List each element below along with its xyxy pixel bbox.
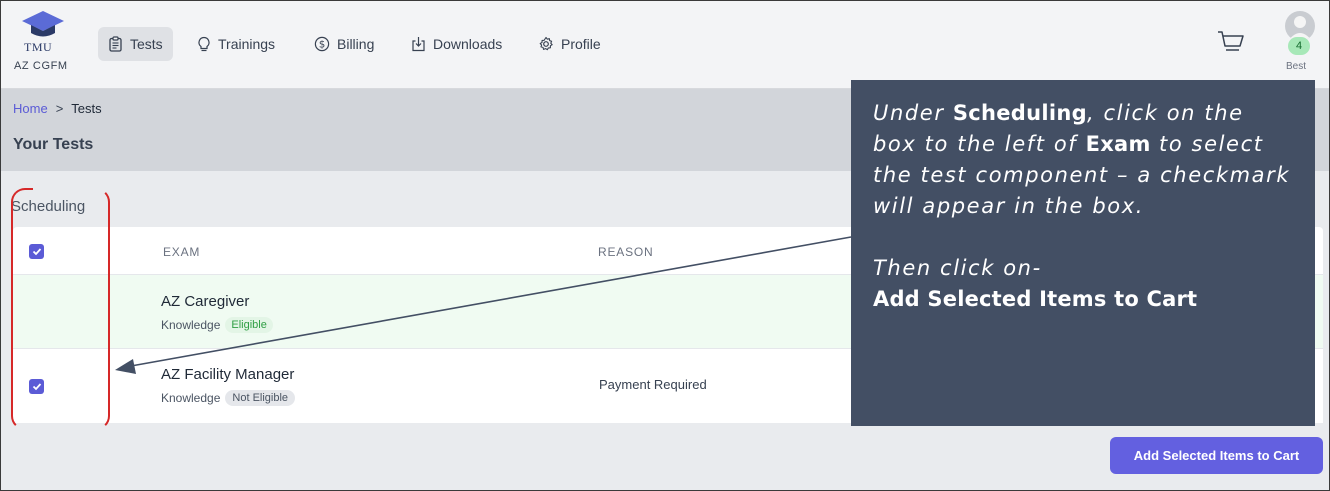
nav-downloads[interactable]: Downloads xyxy=(401,27,512,61)
nav-trainings-label: Trainings xyxy=(218,36,276,52)
callout-step-2: Then click on- xyxy=(873,256,1042,280)
callout-step-1: Under Scheduling, click on the box to th… xyxy=(873,101,1291,218)
column-header-reason: REASON xyxy=(598,245,654,259)
nav-profile-label: Profile xyxy=(561,36,601,52)
instruction-callout: Under Scheduling, click on the box to th… xyxy=(851,80,1315,426)
lightbulb-icon xyxy=(198,36,210,51)
cart-count-badge: 4 xyxy=(1288,37,1310,55)
status-badge: Not Eligible xyxy=(225,390,296,406)
page-title: Your Tests xyxy=(13,136,94,153)
download-icon xyxy=(412,37,425,52)
nav-downloads-label: Downloads xyxy=(433,36,503,52)
exam-meta: Knowledge Not Eligible xyxy=(161,390,296,406)
app-window: TMU AZ CGFM Tests Trainings $ Billing Do… xyxy=(0,0,1330,491)
breadcrumb-current: Tests xyxy=(71,101,102,116)
logo-text: TMU xyxy=(24,40,53,54)
top-navigation: TMU AZ CGFM Tests Trainings $ Billing Do… xyxy=(1,1,1329,89)
callout-button-reference: Add Selected Items to Cart xyxy=(873,287,1198,311)
nav-tests[interactable]: Tests xyxy=(98,27,173,61)
nav-tests-label: Tests xyxy=(130,36,163,52)
logo[interactable]: TMU AZ CGFM xyxy=(14,9,75,79)
user-name: Best xyxy=(1286,61,1307,72)
svg-text:$: $ xyxy=(319,40,325,51)
nav-billing-label: Billing xyxy=(337,36,375,52)
reason-text: Payment Required xyxy=(599,377,707,392)
dollar-icon: $ xyxy=(314,36,330,52)
cart-button[interactable] xyxy=(1216,29,1246,60)
exam-type: Knowledge xyxy=(161,318,221,332)
clipboard-icon xyxy=(109,36,122,52)
column-header-exam: EXAM xyxy=(163,245,201,259)
exam-meta: Knowledge Eligible xyxy=(161,317,273,333)
breadcrumb-home-link[interactable]: Home xyxy=(13,101,48,116)
nav-billing[interactable]: $ Billing xyxy=(304,27,384,61)
exam-name: AZ Caregiver xyxy=(161,293,250,310)
organization-name: AZ CGFM xyxy=(14,60,68,72)
graduation-cap-icon xyxy=(22,11,64,37)
breadcrumb: Home > Tests xyxy=(13,101,102,116)
status-badge: Eligible xyxy=(225,317,273,333)
exam-name: AZ Facility Manager xyxy=(161,366,295,383)
breadcrumb-separator: > xyxy=(55,101,64,116)
shopping-cart-icon xyxy=(1218,31,1244,51)
gear-icon xyxy=(539,36,553,51)
exam-type: Knowledge xyxy=(161,391,221,405)
highlight-bracket xyxy=(11,188,110,430)
nav-trainings[interactable]: Trainings xyxy=(187,27,285,61)
nav-profile[interactable]: Profile xyxy=(528,27,611,61)
add-selected-to-cart-button[interactable]: Add Selected Items to Cart xyxy=(1110,437,1323,474)
